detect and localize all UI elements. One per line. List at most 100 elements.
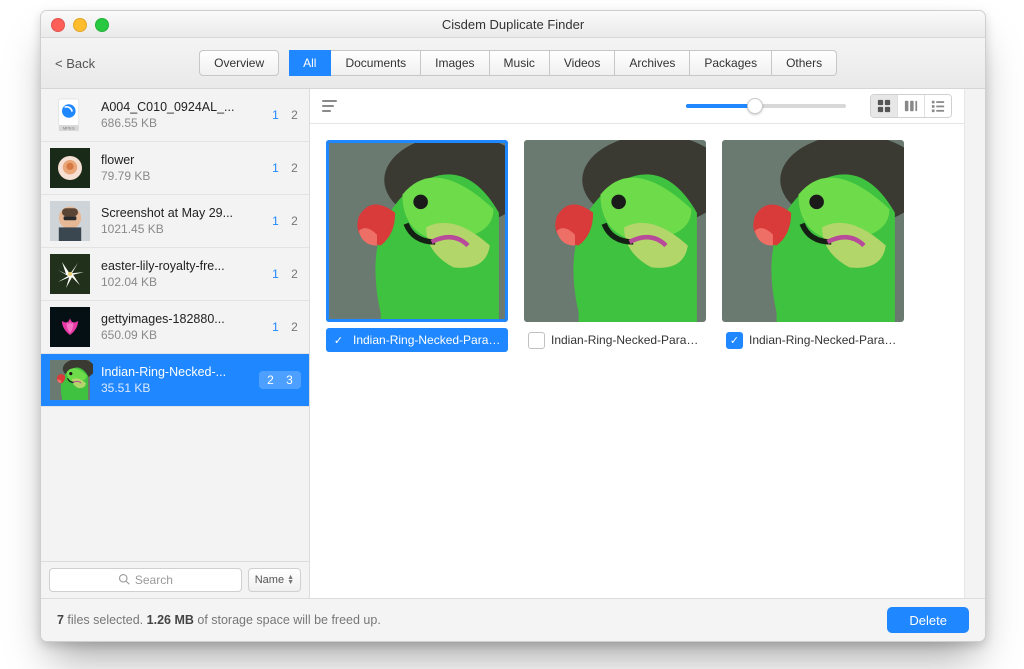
view-mode-segment [870, 94, 952, 118]
selected-count: 1 [269, 214, 282, 228]
select-menu-icon[interactable] [322, 100, 337, 112]
duplicate-group-list: A004_C010_0924AL_...686.55 KB12flower79.… [41, 89, 309, 561]
select-checkbox[interactable] [528, 332, 545, 349]
tab-videos[interactable]: Videos [550, 50, 615, 76]
card-caption-row: ✓ Indian-Ring-Necked-Parake... [722, 328, 904, 352]
file-name: flower [101, 153, 261, 167]
tab-images[interactable]: Images [421, 50, 489, 76]
select-checkbox[interactable]: ✓ [330, 332, 347, 349]
file-size: 686.55 KB [101, 116, 261, 130]
search-icon [118, 573, 130, 588]
window-title: Cisdem Duplicate Finder [41, 17, 985, 32]
duplicate-card[interactable]: ✓ Indian-Ring-Necked-Parake... [722, 140, 904, 352]
file-thumbnail [47, 307, 93, 347]
sidebar-item[interactable]: Screenshot at May 29... 1021.45 KB 12 [41, 195, 309, 248]
duplicate-counts: 23 [259, 371, 301, 389]
selected-count: 1 [269, 108, 282, 122]
main-panel: ✓ Indian-Ring-Necked-Parak... Indian-Ring-… [310, 89, 965, 598]
card-caption: Indian-Ring-Necked-Parak... [353, 333, 504, 347]
sort-button[interactable]: Name ▲▼ [248, 568, 301, 592]
tab-archives[interactable]: Archives [615, 50, 690, 76]
card-caption: Indian-Ring-Necked-Parake... [749, 333, 900, 347]
main-toolbar [310, 89, 964, 124]
category-tabs: Overview All Documents Images Music Vide… [199, 50, 837, 76]
search-input[interactable]: Search [49, 568, 242, 592]
file-thumbnail [47, 254, 93, 294]
titlebar: Cisdem Duplicate Finder [41, 11, 985, 38]
view-list-button[interactable] [925, 95, 951, 117]
tab-music[interactable]: Music [490, 50, 550, 76]
duplicate-counts: 12 [269, 267, 301, 281]
file-size: 1021.45 KB [101, 222, 261, 236]
tab-all[interactable]: All [289, 50, 331, 76]
duplicate-grid: ✓ Indian-Ring-Necked-Parak... Indian-Ring-… [310, 124, 964, 598]
total-count: 2 [288, 320, 301, 334]
view-grid-button[interactable] [871, 95, 898, 117]
file-name: easter-lily-royalty-fre... [101, 259, 261, 273]
sidebar-item[interactable]: easter-lily-royalty-fre... 102.04 KB 12 [41, 248, 309, 301]
file-size: 79.79 KB [101, 169, 261, 183]
duplicate-counts: 12 [269, 320, 301, 334]
file-meta: Screenshot at May 29... 1021.45 KB [101, 206, 261, 236]
search-placeholder: Search [135, 573, 173, 587]
file-meta: flower 79.79 KB [101, 153, 261, 183]
tab-overview[interactable]: Overview [199, 50, 279, 76]
sidebar-footer: Search Name ▲▼ [41, 561, 309, 598]
total-count: 2 [288, 267, 301, 281]
minimize-window-button[interactable] [73, 18, 87, 32]
duplicate-counts: 12 [269, 108, 301, 122]
app-window: Cisdem Duplicate Finder < Back Overview … [40, 10, 986, 642]
scrollbar-track[interactable] [965, 89, 985, 598]
file-size: 102.04 KB [101, 275, 261, 289]
back-button[interactable]: < Back [55, 56, 95, 71]
total-count: 2 [288, 161, 301, 175]
tab-packages[interactable]: Packages [690, 50, 772, 76]
tab-others[interactable]: Others [772, 50, 837, 76]
file-name: gettyimages-182880... [101, 312, 261, 326]
updown-icon: ▲▼ [287, 575, 294, 585]
sidebar-item[interactable]: A004_C010_0924AL_... 686.55 KB 12 [41, 89, 309, 142]
selected-count: 2 [264, 373, 277, 387]
file-thumbnail [47, 360, 93, 400]
view-columns-button[interactable] [898, 95, 925, 117]
duplicate-counts: 12 [269, 161, 301, 175]
file-meta: gettyimages-182880... 650.09 KB [101, 312, 261, 342]
duplicate-counts: 12 [269, 214, 301, 228]
tab-documents[interactable]: Documents [331, 50, 421, 76]
file-name: A004_C010_0924AL_... [101, 100, 261, 114]
total-count: 3 [283, 373, 296, 387]
card-caption-row: Indian-Ring-Necked-Parake... [524, 328, 706, 352]
total-count: 2 [288, 108, 301, 122]
delete-button[interactable]: Delete [887, 607, 969, 633]
card-image[interactable] [524, 140, 706, 322]
file-thumbnail [47, 95, 93, 135]
file-meta: Indian-Ring-Necked-...35.51 KB [101, 365, 251, 395]
card-caption-row: ✓ Indian-Ring-Necked-Parak... [326, 328, 508, 352]
footer: 7 files selected. 1.26 MB of storage spa… [41, 598, 985, 641]
duplicate-card[interactable]: ✓ Indian-Ring-Necked-Parak... [326, 140, 508, 352]
sidebar-item[interactable]: gettyimages-182880... 650.09 KB 12 [41, 301, 309, 354]
duplicate-card[interactable]: Indian-Ring-Necked-Parake... [524, 140, 706, 352]
toolbar: < Back Overview All Documents Images Mus… [41, 38, 985, 89]
card-image[interactable] [326, 140, 508, 322]
sidebar-item[interactable]: flower 79.79 KB 12 [41, 142, 309, 195]
file-meta: easter-lily-royalty-fre... 102.04 KB [101, 259, 261, 289]
sort-label: Name [255, 574, 284, 586]
thumbnail-size-slider[interactable] [686, 104, 846, 108]
file-thumbnail [47, 201, 93, 241]
file-meta: A004_C010_0924AL_... 686.55 KB [101, 100, 261, 130]
file-name: Screenshot at May 29... [101, 206, 261, 220]
zoom-window-button[interactable] [95, 18, 109, 32]
sidebar-item[interactable]: Indian-Ring-Necked-...35.51 KB 23 [41, 354, 309, 407]
selected-count: 1 [269, 320, 282, 334]
selected-count: 1 [269, 161, 282, 175]
footer-status: 7 files selected. 1.26 MB of storage spa… [57, 613, 381, 627]
file-name: Indian-Ring-Necked-... [101, 365, 251, 379]
card-caption: Indian-Ring-Necked-Parake... [551, 333, 702, 347]
duplicate-group-sidebar: A004_C010_0924AL_...686.55 KB12flower79.… [41, 89, 310, 598]
card-image[interactable] [722, 140, 904, 322]
close-window-button[interactable] [51, 18, 65, 32]
select-checkbox[interactable]: ✓ [726, 332, 743, 349]
file-size: 650.09 KB [101, 328, 261, 342]
total-count: 2 [288, 214, 301, 228]
